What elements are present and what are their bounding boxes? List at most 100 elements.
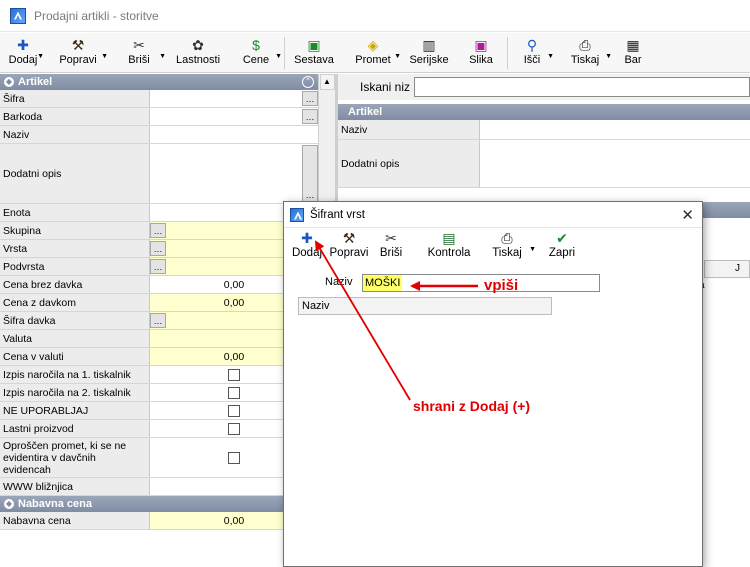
- property-label: Vrsta: [0, 240, 150, 257]
- group-title: Artikel: [18, 76, 53, 88]
- dialog-button-label: Kontrola: [427, 247, 471, 259]
- plus-icon: ✚: [17, 36, 29, 53]
- toolbar-promet-button[interactable]: ◈ Promet ▼: [343, 33, 403, 73]
- properties-icon: ✿: [192, 36, 204, 53]
- annotation-vpisi: vpiši: [484, 277, 519, 294]
- row-value[interactable]: [480, 120, 750, 139]
- app-icon: [10, 7, 26, 24]
- property-row: Šifra davka…: [0, 312, 318, 330]
- toolbar-button-label: Slika: [469, 54, 493, 66]
- ellipsis-button[interactable]: …: [150, 241, 166, 256]
- chevron-down-icon[interactable]: ▼: [394, 53, 401, 60]
- collapse-icon[interactable]: ⌃: [302, 76, 314, 88]
- property-label: Nabavna cena: [0, 512, 150, 529]
- group-header-artikel[interactable]: ◆ Artikel ⌃: [0, 74, 318, 90]
- search-bar: Iskani niz: [338, 74, 750, 100]
- chevron-down-icon[interactable]: ▼: [37, 53, 44, 60]
- purchase-rows: Nabavna cena 0,00: [0, 512, 318, 530]
- close-icon[interactable]: ✕: [681, 206, 694, 224]
- main-toolbar: ✚ Dodaj ▼ ⚒ Popravi ▼ ✂ Briši ▼ ✿ Lastnosti $ Cene ▼ ▣…: [0, 33, 750, 73]
- property-label: Barkoda: [0, 108, 150, 125]
- property-row: Šifra…: [0, 90, 318, 108]
- article-properties-panel: ◆ Artikel ⌃ Šifra … Barkoda … Naziv Dodatni o…: [0, 74, 318, 567]
- toolbar-button-label: Dodaj: [8, 54, 38, 66]
- property-row: Izpis naročila na 2. tiskalnik: [0, 384, 318, 402]
- toolbar-dodaj-button[interactable]: ✚ Dodaj ▼: [0, 33, 46, 73]
- toolbar-lastnosti-button[interactable]: ✿ Lastnosti: [168, 33, 228, 73]
- chevron-down-icon[interactable]: ▼: [605, 53, 612, 60]
- tab-partial[interactable]: J: [704, 260, 750, 278]
- property-label: Izpis naročila na 1. tiskalnik: [0, 366, 150, 383]
- search-input[interactable]: [414, 77, 750, 97]
- grid-body[interactable]: [298, 315, 698, 563]
- ellipsis-button[interactable]: …: [150, 313, 166, 328]
- chevron-down-icon[interactable]: ▼: [159, 53, 166, 60]
- dialog-popravi-button[interactable]: ⚒ Popravi: [324, 228, 374, 268]
- property-label: WWW bližnjica: [0, 478, 150, 495]
- chevron-down-icon[interactable]: ▼: [101, 53, 108, 60]
- toolbar-slika-button[interactable]: ▣ Slika: [455, 33, 507, 73]
- toolbar-briši-button[interactable]: ✂ Briši ▼: [110, 33, 168, 73]
- chevron-down-icon[interactable]: ▼: [275, 53, 282, 60]
- grid-column-header[interactable]: Naziv: [298, 297, 552, 315]
- dialog-button-label: Dodaj: [291, 247, 323, 259]
- dialog-button-label: Tiskaj: [492, 247, 522, 259]
- toolbar-sestava-button[interactable]: ▣ Sestava: [285, 33, 343, 73]
- ellipsis-button[interactable]: …: [302, 109, 318, 124]
- dialog-dodaj-button[interactable]: ✚ Dodaj: [290, 228, 324, 268]
- hammer-icon: ⚒: [342, 230, 356, 246]
- dialog-button-label: Popravi: [329, 247, 369, 259]
- property-value[interactable]: [150, 126, 318, 143]
- toolbar-išči-button[interactable]: ⚲ Išči ▼: [508, 33, 556, 73]
- picture-icon: ▣: [474, 36, 488, 53]
- toolbar-button-label: Išči: [523, 54, 541, 66]
- annotation-shrani: shrani z Dodaj (+): [413, 398, 531, 414]
- scissors-icon: ✂: [133, 36, 145, 53]
- property-label: Podvrsta: [0, 258, 150, 275]
- checkbox[interactable]: [228, 404, 240, 417]
- right-group-header: Artikel: [338, 104, 750, 120]
- toolbar-button-label: Cene: [242, 54, 270, 66]
- checkbox[interactable]: [228, 451, 240, 464]
- toolbar-popravi-button[interactable]: ⚒ Popravi ▼: [46, 33, 110, 73]
- property-row: NE UPORABLJAJ: [0, 402, 318, 420]
- checkbox[interactable]: [228, 368, 240, 381]
- chevron-down-icon[interactable]: ▼: [547, 53, 554, 60]
- dollar-icon: $: [252, 36, 260, 53]
- row-label: Naziv: [338, 120, 480, 139]
- dialog-zapri-button[interactable]: ✔ Zapri: [542, 228, 582, 268]
- plus-icon: ✚: [301, 230, 313, 246]
- checkbox[interactable]: [228, 422, 240, 435]
- dialog-tiskaj-button[interactable]: ⎙ Tiskaj ▼: [482, 228, 536, 268]
- toolbar-bar-button[interactable]: ▦ Bar: [614, 33, 652, 73]
- property-row: Valuta: [0, 330, 318, 348]
- ellipsis-button[interactable]: …: [302, 91, 318, 106]
- toolbar-tiskaj-button[interactable]: ⎙ Tiskaj ▼: [556, 33, 614, 73]
- property-label: Dodatni opis: [0, 144, 150, 203]
- ellipsis-button[interactable]: …: [150, 223, 166, 238]
- naziv-input[interactable]: MOŠKI: [362, 274, 600, 292]
- property-label: Skupina: [0, 222, 150, 239]
- property-label: Cena v valuti: [0, 348, 150, 365]
- property-value[interactable]: …: [150, 144, 318, 203]
- window-title-bar: Prodajni artikli - storitve: [0, 0, 750, 32]
- scroll-up-icon[interactable]: ▲: [319, 74, 335, 90]
- checkbox[interactable]: [228, 386, 240, 399]
- window-title: Prodajni artikli - storitve: [34, 8, 159, 23]
- property-row: Cena v valuti 0,00: [0, 348, 318, 366]
- row-value[interactable]: [480, 140, 750, 187]
- ellipsis-button[interactable]: …: [150, 259, 166, 274]
- toolbar-serijske-button[interactable]: ▥ Serijske: [403, 33, 455, 73]
- chevron-down-icon[interactable]: ▼: [529, 246, 536, 253]
- property-value[interactable]: …: [150, 90, 318, 107]
- ellipsis-button[interactable]: …: [302, 145, 318, 202]
- group-header-nabavna[interactable]: ◆ Nabavna cena ⌃: [0, 496, 318, 512]
- property-value[interactable]: …: [150, 108, 318, 125]
- toolbar-cene-button[interactable]: $ Cene ▼: [228, 33, 284, 73]
- dialog-briši-button[interactable]: ✂ Briši: [374, 228, 408, 268]
- dialog-toolbar: ✚ Dodaj ⚒ Popravi ✂ Briši ▤ Kontrola ⎙ Tiskaj ▼ ✔ Za…: [284, 228, 702, 268]
- property-row: Skupina…: [0, 222, 318, 240]
- dialog-kontrola-button[interactable]: ▤ Kontrola: [416, 228, 482, 268]
- property-row: Lastni proizvod: [0, 420, 318, 438]
- toolbar-button-label: Serijske: [409, 54, 449, 66]
